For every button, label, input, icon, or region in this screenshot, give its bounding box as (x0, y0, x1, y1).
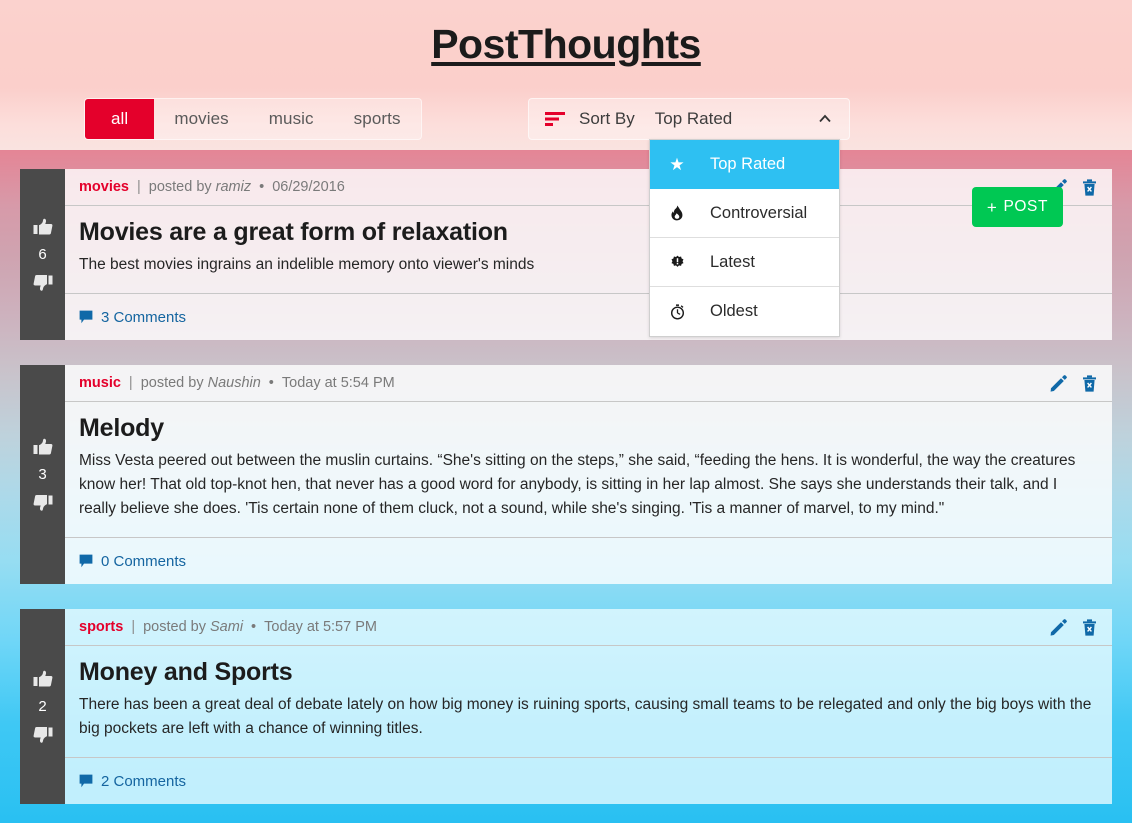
comments-count-label: 3 Comments (101, 308, 187, 326)
post-date: Today at 5:57 PM (264, 619, 377, 636)
post-footer: 0 Comments (65, 538, 1112, 584)
thumbs-down-icon[interactable] (31, 722, 55, 746)
meta-separator: | (136, 179, 141, 195)
sort-option-controversial[interactable]: Controversial (650, 189, 839, 238)
category-filter-group: all movies music sports (84, 98, 422, 140)
thumbs-up-icon[interactable] (31, 435, 55, 459)
vote-sidebar: 6 (20, 169, 65, 341)
sort-option-latest[interactable]: Latest (650, 238, 839, 287)
comment-icon (79, 774, 93, 788)
post-date: Today at 5:54 PM (281, 375, 395, 392)
post-title: Melody (79, 414, 164, 443)
star-icon: ★ (669, 154, 685, 174)
stopwatch-icon (666, 303, 688, 320)
sort-by-label: Sort By (579, 109, 635, 128)
post-author: Sami (210, 619, 244, 636)
meta-dot: • (268, 375, 274, 392)
vote-count: 3 (38, 466, 47, 484)
post-content: music | posted by Naushin • Today at 5:5… (65, 365, 1112, 584)
thumbs-up-icon[interactable] (31, 667, 55, 691)
sort-by-value: Top Rated (654, 109, 733, 128)
meta-separator: | (128, 375, 133, 392)
page-title: PostThoughts (431, 20, 701, 67)
post-card: 3 music | posted by Naushin • Today at 5… (20, 365, 1112, 585)
post-feed: 6 movies | posted by ramiz • 06/29/2016 (0, 150, 1132, 823)
post-text: There has been a great deal of debate la… (79, 696, 1092, 738)
fire-icon (666, 205, 688, 221)
category-tab-music[interactable]: music (249, 99, 334, 139)
post-meta: movies | posted by ramiz • 06/29/2016 (65, 169, 1112, 206)
delete-trash-icon[interactable] (1081, 178, 1098, 196)
sort-icon (545, 111, 565, 127)
post-main: Money and Sports There has been a great … (65, 646, 1112, 759)
category-tab-sports[interactable]: sports (334, 99, 421, 139)
add-post-label: POST (1003, 198, 1049, 215)
sort-option-top-rated[interactable]: ★ Top Rated (650, 140, 839, 189)
post-title: Movies are a great form of relaxation (79, 218, 508, 246)
app-root: PostThoughts all movies music sports Sor… (0, 0, 1132, 823)
comments-link[interactable]: 0 Comments (79, 553, 186, 570)
sort-option-label: Latest (710, 252, 755, 271)
post-category[interactable]: music (79, 375, 121, 391)
new-badge-icon (666, 255, 688, 270)
delete-trash-icon[interactable] (1081, 374, 1098, 392)
posted-by-label: posted by (148, 179, 212, 195)
chevron-up-icon (817, 111, 833, 127)
plus-icon: + (986, 197, 998, 217)
posted-by-label: posted by (140, 375, 204, 392)
vote-sidebar: 3 (20, 365, 65, 585)
post-text: Miss Vesta peered out between the muslin… (79, 452, 1076, 518)
comments-count-label: 0 Comments (101, 552, 187, 570)
posted-by-label: posted by (143, 619, 206, 636)
meta-separator: | (131, 619, 136, 636)
post-title: Money and Sports (79, 658, 293, 687)
post-meta: music | posted by Naushin • Today at 5:5… (65, 365, 1112, 403)
title-bar: PostThoughts (0, 0, 1132, 88)
comment-icon (79, 310, 93, 324)
comments-link[interactable]: 3 Comments (79, 309, 186, 326)
category-tab-movies[interactable]: movies (154, 99, 248, 139)
post-content: movies | posted by ramiz • 06/29/2016 Mo… (65, 169, 1112, 340)
post-author: Naushin (207, 375, 261, 392)
post-category[interactable]: sports (79, 619, 123, 635)
category-tab-all[interactable]: all (85, 99, 155, 139)
post-main: Movies are a great form of relaxation Th… (65, 206, 1112, 295)
toolbar: all movies music sports Sort By Top Rate… (0, 88, 1132, 227)
sort-option-label: Top Rated (710, 155, 786, 173)
meta-dot: • (259, 179, 265, 195)
vote-count: 6 (38, 246, 47, 263)
thumbs-up-icon[interactable] (31, 215, 55, 239)
edit-pencil-icon[interactable] (1050, 374, 1067, 392)
sort-by-dropdown-trigger[interactable]: Sort By Top Rated (528, 98, 850, 140)
thumbs-down-icon[interactable] (31, 270, 55, 294)
vote-sidebar: 2 (20, 609, 65, 805)
post-content: sports | posted by Sami • Today at 5:57 … (65, 609, 1112, 804)
post-card: 2 sports | posted by Sami • Today at 5:5… (20, 609, 1112, 805)
post-text: The best movies ingrains an indelible me… (79, 256, 535, 273)
edit-pencil-icon[interactable] (1050, 618, 1067, 636)
add-post-button[interactable]: + POST (972, 187, 1063, 227)
comments-link[interactable]: 2 Comments (79, 773, 186, 790)
post-author: ramiz (215, 179, 252, 195)
post-footer: 3 Comments (65, 294, 1112, 340)
sort-by-dropdown-menu: ★ Top Rated Controversial Latest Oldest (649, 139, 840, 337)
post-card: 6 movies | posted by ramiz • 06/29/2016 (20, 169, 1112, 341)
sort-option-oldest[interactable]: Oldest (650, 287, 839, 336)
post-category[interactable]: movies (79, 179, 129, 195)
comment-icon (79, 554, 93, 568)
meta-dot: • (251, 619, 257, 636)
sort-option-label: Controversial (710, 203, 808, 222)
post-main: Melody Miss Vesta peered out between the… (65, 402, 1112, 539)
post-actions (1050, 374, 1098, 392)
delete-trash-icon[interactable] (1081, 618, 1098, 636)
post-date: 06/29/2016 (272, 179, 345, 195)
post-actions (1050, 618, 1098, 636)
thumbs-down-icon[interactable] (31, 490, 55, 514)
post-footer: 2 Comments (65, 758, 1112, 804)
post-meta: sports | posted by Sami • Today at 5:57 … (65, 609, 1112, 647)
sort-option-label: Oldest (710, 302, 758, 320)
comments-count-label: 2 Comments (101, 772, 187, 790)
vote-count: 2 (38, 698, 47, 716)
